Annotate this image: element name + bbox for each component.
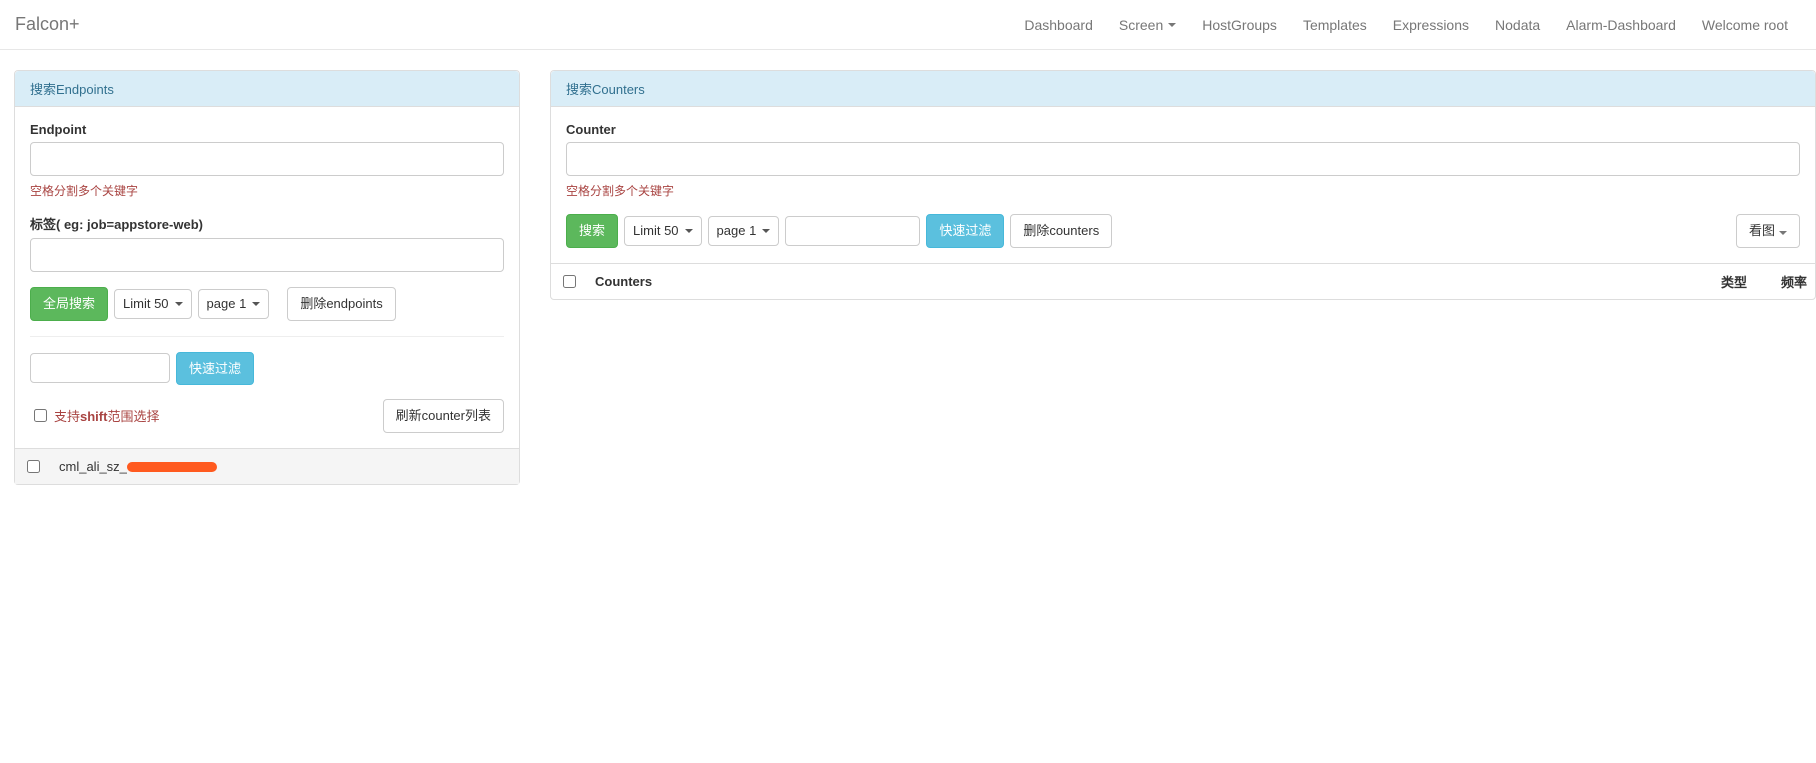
counter-search-button[interactable]: 搜索: [566, 214, 618, 248]
endpoint-input[interactable]: [30, 142, 504, 176]
chevron-down-icon: [1168, 23, 1176, 27]
counter-label: Counter: [566, 122, 1800, 137]
endpoint-fast-filter-button[interactable]: 快速过滤: [176, 352, 254, 386]
shift-post: 范围选择: [107, 409, 159, 424]
endpoint-row-name: cml_ali_sz_: [59, 459, 127, 474]
nav-right: Dashboard Screen HostGroups Templates Ex…: [1011, 2, 1801, 48]
col-type: 类型: [1695, 263, 1755, 299]
brand: Falcon+: [15, 14, 95, 35]
counter-page-value: page 1: [717, 223, 757, 238]
nav-screen[interactable]: Screen: [1106, 2, 1189, 48]
nav-hostgroups[interactable]: HostGroups: [1189, 2, 1290, 48]
tags-label: 标签( eg: job=appstore-web): [30, 214, 504, 233]
counter-limit-select[interactable]: Limit 50: [624, 216, 702, 246]
counter-filter-input[interactable]: [785, 216, 920, 246]
nav-dashboard-label: Dashboard: [1024, 17, 1093, 33]
endpoints-panel-heading: 搜索Endpoints: [15, 71, 519, 107]
col-counters: Counters: [587, 263, 1695, 299]
counter-page-select[interactable]: page 1: [708, 216, 780, 246]
delete-endpoints-button[interactable]: 删除endpoints: [287, 287, 395, 321]
navbar: Falcon+ Dashboard Screen HostGroups Temp…: [0, 0, 1816, 50]
endpoints-panel: 搜索Endpoints Endpoint 空格分割多个关键字 标签( eg: j…: [14, 70, 520, 485]
nav-alarm-dashboard-label: Alarm-Dashboard: [1566, 17, 1676, 33]
counter-hint: 空格分割多个关键字: [566, 182, 1800, 199]
nav-alarm-dashboard[interactable]: Alarm-Dashboard: [1553, 2, 1689, 48]
endpoint-filter-input[interactable]: [30, 353, 170, 383]
endpoint-limit-value: Limit 50: [123, 296, 169, 311]
counter-limit-value: Limit 50: [633, 223, 679, 238]
counters-select-all-checkbox[interactable]: [563, 275, 576, 288]
nav-templates[interactable]: Templates: [1290, 2, 1380, 48]
nav-dashboard[interactable]: Dashboard: [1011, 2, 1106, 48]
nav-screen-label: Screen: [1119, 17, 1163, 33]
shift-pre: 支持: [54, 409, 80, 424]
counters-table: Counters 类型 频率: [551, 263, 1815, 299]
nav-welcome-label: Welcome root: [1702, 17, 1788, 33]
shift-checkbox[interactable]: [34, 409, 47, 422]
counters-panel-heading: 搜索Counters: [551, 71, 1815, 107]
nav-hostgroups-label: HostGroups: [1202, 17, 1277, 33]
global-search-button[interactable]: 全局搜索: [30, 287, 108, 321]
counter-input[interactable]: [566, 142, 1800, 176]
chevron-down-icon: [1779, 231, 1787, 235]
col-freq: 频率: [1755, 263, 1815, 299]
nav-nodata-label: Nodata: [1495, 17, 1540, 33]
nav-templates-label: Templates: [1303, 17, 1367, 33]
nav-welcome[interactable]: Welcome root: [1689, 2, 1801, 48]
nav-expressions[interactable]: Expressions: [1380, 2, 1482, 48]
endpoint-page-value: page 1: [207, 296, 247, 311]
delete-counters-button[interactable]: 删除counters: [1010, 214, 1112, 248]
shift-bold: shift: [80, 409, 107, 424]
redacted-text: [127, 462, 217, 472]
counters-panel: 搜索Counters Counter 空格分割多个关键字 搜索 Limit 50…: [550, 70, 1816, 300]
endpoint-page-select[interactable]: page 1: [198, 289, 270, 319]
view-chart-button[interactable]: 看图: [1736, 214, 1800, 248]
refresh-counter-button[interactable]: 刷新counter列表: [383, 399, 504, 433]
endpoint-row-checkbox[interactable]: [27, 460, 40, 473]
view-chart-label: 看图: [1749, 223, 1775, 238]
endpoints-table: cml_ali_sz_: [15, 448, 519, 484]
endpoint-label: Endpoint: [30, 122, 504, 137]
nav-expressions-label: Expressions: [1393, 17, 1469, 33]
endpoint-hint: 空格分割多个关键字: [30, 182, 504, 199]
counter-fast-filter-button[interactable]: 快速过滤: [926, 214, 1004, 248]
nav-nodata[interactable]: Nodata: [1482, 2, 1553, 48]
shift-checkbox-label[interactable]: 支持shift范围选择: [30, 406, 159, 425]
endpoint-limit-select[interactable]: Limit 50: [114, 289, 192, 319]
tags-input[interactable]: [30, 238, 504, 272]
